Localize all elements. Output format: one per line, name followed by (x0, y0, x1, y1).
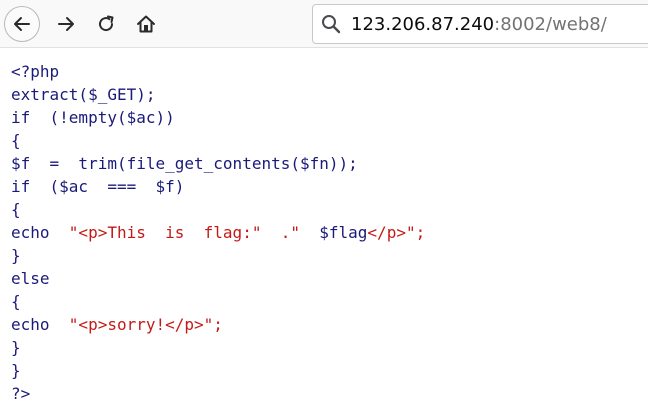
code-token: { (11, 292, 21, 311)
code-line: if ($ac === $f) (11, 175, 425, 198)
code-line: } (11, 336, 425, 359)
code-line: ?> (11, 382, 425, 405)
code-token: else (11, 269, 50, 288)
code-line: <?php (11, 60, 425, 83)
url-bar[interactable]: 123.206.87.240:8002/web8/ (312, 4, 648, 44)
url-host: 123.206.87.240 (351, 13, 495, 35)
code-line: { (11, 198, 425, 221)
search-icon (322, 15, 341, 34)
code-line: echo "<p>sorry!</p>"; (11, 313, 425, 336)
code-line: extract($_GET); (11, 83, 425, 106)
code-string-token: "<p>This is flag:" ." (68, 223, 320, 242)
code-token: <?php (11, 62, 60, 81)
back-button[interactable] (4, 6, 40, 42)
code-token: $flag (319, 223, 368, 242)
code-token: } (11, 361, 21, 380)
code-token: } (11, 338, 21, 357)
code-line: if (!empty($ac)) (11, 106, 425, 129)
reload-button[interactable] (88, 6, 124, 42)
code-token: echo (11, 223, 69, 242)
code-line: echo "<p>This is flag:" ." $flag</p>"; (11, 221, 425, 244)
code-token: $f = trim(file_get_contents($fn)); (11, 154, 358, 173)
code-token: { (11, 200, 21, 219)
arrow-left-icon (14, 17, 30, 31)
code-token: if (!empty($ac)) (11, 108, 175, 127)
code-line: } (11, 359, 425, 382)
code-line: else (11, 267, 425, 290)
url-path: :8002/web8/ (494, 13, 607, 35)
forward-button[interactable] (48, 6, 84, 42)
code-token: { (11, 131, 21, 150)
code-line: { (11, 129, 425, 152)
home-button[interactable] (128, 6, 164, 42)
code-token: if ($ac === $f) (11, 177, 185, 196)
code-string-token: "<p>sorry!</p>"; (68, 315, 223, 334)
code-token: } (11, 246, 21, 265)
code-line: { (11, 290, 425, 313)
code-token: echo (11, 315, 69, 334)
code-token: extract($_GET); (11, 85, 156, 104)
reload-icon (99, 15, 114, 32)
code-line: $f = trim(file_get_contents($fn)); (11, 152, 425, 175)
code-line: } (11, 244, 425, 267)
home-icon (137, 15, 155, 33)
arrow-right-icon (58, 17, 74, 31)
php-source-code: <?php extract($_GET);if (!empty($ac)) { $f … (11, 60, 425, 405)
code-token: ?> (11, 384, 31, 403)
browser-toolbar: 123.206.87.240:8002/web8/ (0, 0, 648, 48)
code-string-token: </p>"; (367, 223, 426, 242)
